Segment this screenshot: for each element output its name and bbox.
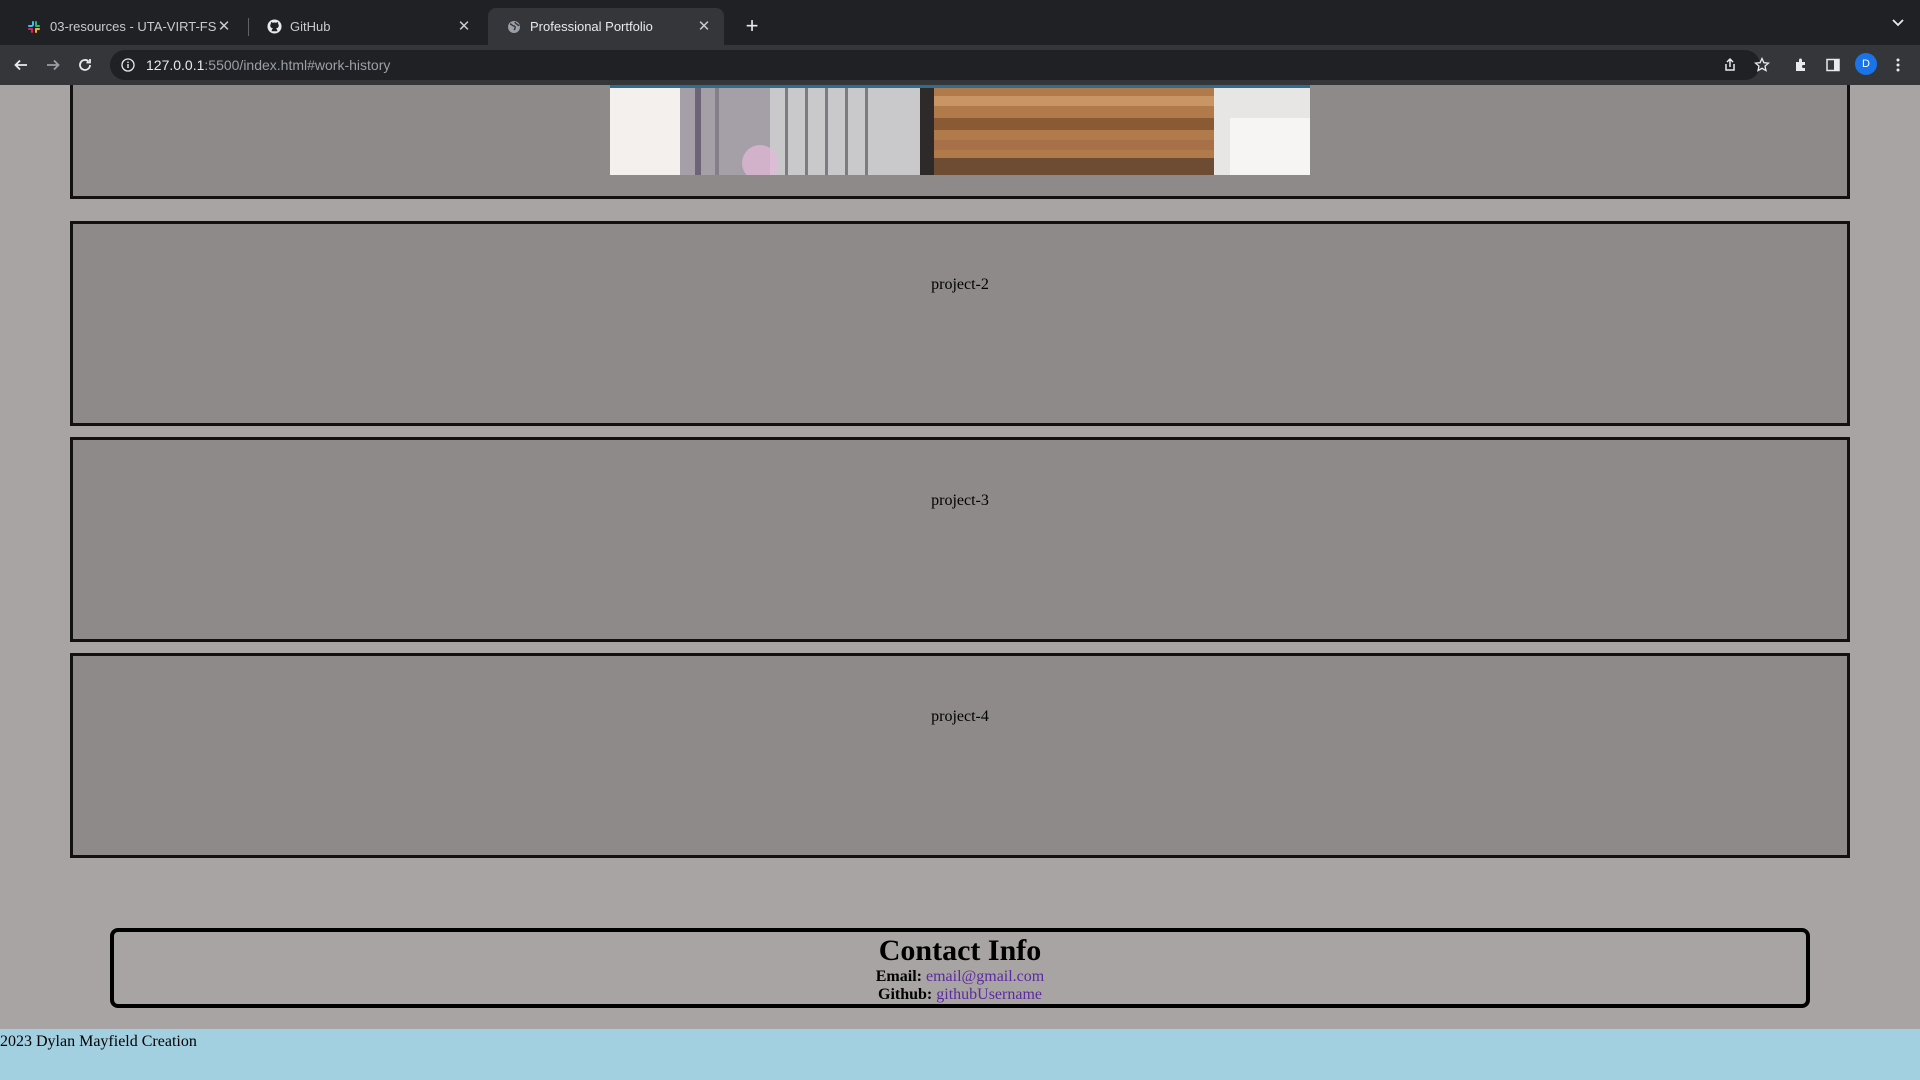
project-image [610,85,1310,175]
email-row: Email: email@gmail.com [114,968,1806,986]
project-label: project-3 [931,492,989,509]
more-menu-icon[interactable] [1888,55,1908,75]
back-button[interactable] [9,53,33,77]
tab-slack-resources[interactable]: 03-resources - UTA-VIRT-FSF ✕ [8,8,244,45]
reload-icon [79,59,91,71]
project-label: project-2 [931,276,989,293]
url-host: 127.0.0.1 [146,57,205,73]
globe-icon [506,19,522,35]
tab-title: 03-resources - UTA-VIRT-FSF [50,19,216,34]
browser-tab-strip: 03-resources - UTA-VIRT-FSF ✕ GitHub ✕ P… [0,0,1920,45]
project-card[interactable]: project-3 [70,437,1850,642]
page-viewport: project-2 project-3 project-4 Contact In… [0,85,1920,1080]
profile-avatar[interactable]: D [1855,53,1877,75]
extensions-puzzle-icon[interactable] [1791,55,1811,75]
project-card[interactable]: project-4 [70,653,1850,858]
new-tab-button[interactable]: + [738,13,766,41]
tab-github[interactable]: GitHub ✕ [248,8,484,45]
project-card[interactable] [70,85,1850,199]
page-footer: 2023 Dylan Mayfield Creation [0,1029,1920,1080]
github-icon [266,19,282,35]
reload-button[interactable] [73,53,97,77]
share-icon[interactable] [1720,55,1740,75]
github-row: Github: githubUsername [114,986,1806,1004]
contact-title: Contact Info [878,934,1042,967]
arrow-left-icon [14,59,27,71]
close-icon[interactable]: ✕ [456,18,472,35]
side-panel-icon[interactable] [1823,55,1843,75]
email-link[interactable]: email@gmail.com [926,968,1044,985]
address-bar[interactable]: 127.0.0.1:5500/index.html#work-history [110,50,1760,80]
github-link[interactable]: githubUsername [936,986,1042,1003]
bookmark-star-icon[interactable] [1752,55,1772,75]
github-label: Github: [878,986,933,1003]
slack-icon [26,19,42,35]
project-label: project-4 [931,708,989,725]
project-card[interactable]: project-2 [70,221,1850,426]
forward-button[interactable] [41,53,65,77]
chevron-down-icon[interactable] [1890,14,1906,30]
url-path: :5500/index.html#work-history [204,57,391,73]
info-icon[interactable] [120,57,136,73]
contact-info-section: Contact Info Email: email@gmail.com Gith… [110,928,1810,1008]
arrow-right-icon [47,59,60,71]
footer-text: 2023 Dylan Mayfield Creation [0,1033,197,1050]
tab-title: Professional Portfolio [530,19,653,34]
close-icon[interactable]: ✕ [216,18,232,35]
email-label: Email: [875,968,922,985]
browser-toolbar: 127.0.0.1:5500/index.html#work-history D [0,45,1920,85]
tab-title: GitHub [290,19,331,34]
close-icon[interactable]: ✕ [696,18,712,35]
tab-professional-portfolio[interactable]: Professional Portfolio ✕ [488,8,724,45]
